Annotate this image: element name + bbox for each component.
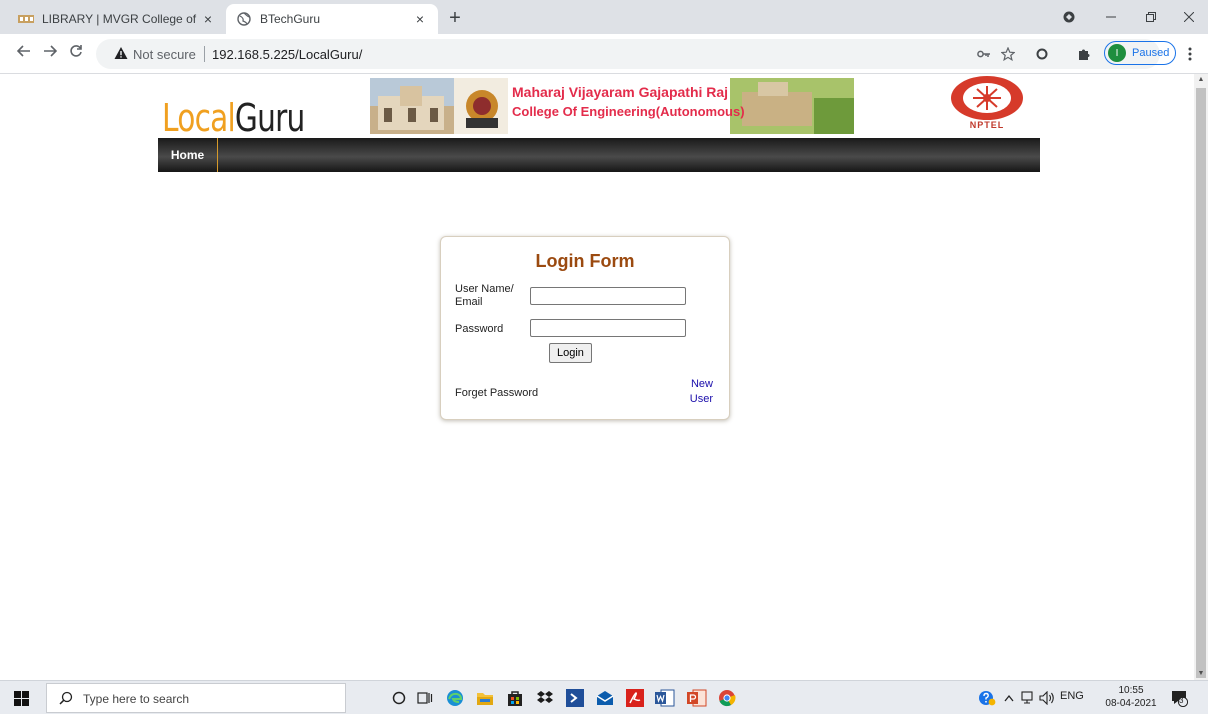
new-tab-button[interactable]: + <box>444 8 466 30</box>
forgot-password-link[interactable]: Forget Password <box>455 387 538 400</box>
browser-toolbar: Not secure 192.168.5.225/LocalGuru/ I Pa… <box>0 34 1208 74</box>
browser-tab-strip: LIBRARY | MVGR College of Engi × BTechGu… <box>0 0 1208 34</box>
restore-window-icon[interactable] <box>1136 6 1166 28</box>
search-placeholder: Type here to search <box>83 692 190 706</box>
login-title: Login Form <box>535 251 635 271</box>
search-icon <box>59 691 73 708</box>
banner-title: Maharaj Vijayaram Gajapathi Raj <box>512 84 729 100</box>
username-label: User Name/ Email <box>455 283 514 308</box>
dropbox-icon[interactable] <box>534 687 556 709</box>
extension-circle-icon[interactable] <box>1032 44 1052 64</box>
omnibox-separator <box>204 46 205 62</box>
password-label: Password <box>455 323 504 335</box>
star-bookmark-icon[interactable] <box>998 44 1018 64</box>
chrome-account-icon[interactable] <box>1058 6 1080 28</box>
close-tab-icon[interactable]: × <box>200 11 216 27</box>
back-arrow-icon[interactable] <box>14 44 34 64</box>
url-text[interactable]: 192.168.5.225/LocalGuru/ <box>212 47 362 62</box>
task-view-icon[interactable] <box>414 687 436 709</box>
tab-btechguru[interactable]: BTechGuru × <box>226 4 438 34</box>
powerpoint-icon[interactable] <box>686 687 708 709</box>
banner-subtitle: College Of Engineering(Autonomous) <box>512 104 745 119</box>
tab-title: LIBRARY | MVGR College of Engi <box>42 12 200 26</box>
key-icon[interactable] <box>974 44 994 64</box>
login-form: Login Form User Name/ Email Password Log… <box>440 236 730 420</box>
tab-title: BTechGuru <box>260 12 321 26</box>
language-indicator[interactable]: ENG <box>1060 690 1084 702</box>
forward-arrow-icon[interactable] <box>40 44 60 64</box>
word-icon[interactable] <box>654 687 676 709</box>
cortana-icon[interactable] <box>388 687 410 709</box>
security-status[interactable]: Not secure <box>133 47 196 62</box>
close-window-icon[interactable] <box>1174 6 1204 28</box>
minimize-window-icon[interactable] <box>1096 6 1126 28</box>
file-explorer-icon[interactable] <box>474 687 496 709</box>
new-user-link[interactable]: New User <box>677 377 713 407</box>
scroll-up-arrow-icon[interactable]: ▲ <box>1194 74 1208 86</box>
notification-count: 3 <box>1179 696 1184 705</box>
login-button[interactable]: Login <box>549 343 592 363</box>
page-scrollbar[interactable]: ▲ ▼ <box>1194 74 1208 680</box>
page-viewport: LocalGuru Maharaj Vijayaram Gajapathi Ra… <box>0 74 1194 680</box>
menu-item-home[interactable]: Home <box>158 138 218 172</box>
scroll-down-arrow-icon[interactable]: ▼ <box>1194 668 1208 680</box>
nptel-emblem-icon <box>951 76 1023 120</box>
close-tab-icon[interactable]: × <box>412 11 428 27</box>
warning-icon[interactable] <box>114 46 128 63</box>
taskbar-search-box[interactable]: Type here to search <box>46 683 346 713</box>
profile-status: Paused <box>1132 47 1170 59</box>
scrollbar-thumb[interactable] <box>1196 88 1206 678</box>
main-menu-bar: Home <box>158 138 1040 172</box>
mail-icon[interactable] <box>594 687 616 709</box>
nptel-logo[interactable]: NPTEL <box>943 76 1031 136</box>
college-banner: Maharaj Vijayaram Gajapathi Raj College … <box>370 78 854 134</box>
windows-taskbar: Type here to search ENG 10:55 08-04-2021… <box>0 680 1208 714</box>
windows-start-icon[interactable] <box>10 687 32 709</box>
notification-center-icon[interactable]: 3 <box>1168 687 1190 709</box>
avatar: I <box>1108 44 1126 62</box>
globe-icon <box>236 11 252 27</box>
help-tray-icon[interactable] <box>976 687 998 709</box>
profile-paused-button[interactable]: I Paused <box>1104 41 1176 65</box>
more-menu-icon[interactable] <box>1180 44 1200 64</box>
reload-icon[interactable] <box>66 44 86 64</box>
acrobat-icon[interactable] <box>624 687 646 709</box>
tab-library[interactable]: LIBRARY | MVGR College of Engi × <box>8 4 226 34</box>
username-input[interactable] <box>530 287 686 305</box>
address-bar[interactable]: Not secure 192.168.5.225/LocalGuru/ <box>96 39 1160 69</box>
taskbar-clock[interactable]: 10:55 08-04-2021 <box>1104 684 1158 710</box>
chrome-icon[interactable] <box>716 687 738 709</box>
volume-tray-icon[interactable] <box>1036 687 1058 709</box>
edge-browser-icon[interactable] <box>444 687 466 709</box>
extensions-puzzle-icon[interactable] <box>1074 44 1094 64</box>
store-icon[interactable] <box>504 687 526 709</box>
password-input[interactable] <box>530 319 686 337</box>
nptel-label: NPTEL <box>969 120 1005 130</box>
library-favicon-icon <box>18 11 34 27</box>
powershell-icon[interactable] <box>564 687 586 709</box>
network-tray-icon[interactable] <box>1016 687 1038 709</box>
localguru-logo[interactable]: LocalGuru <box>162 96 305 140</box>
